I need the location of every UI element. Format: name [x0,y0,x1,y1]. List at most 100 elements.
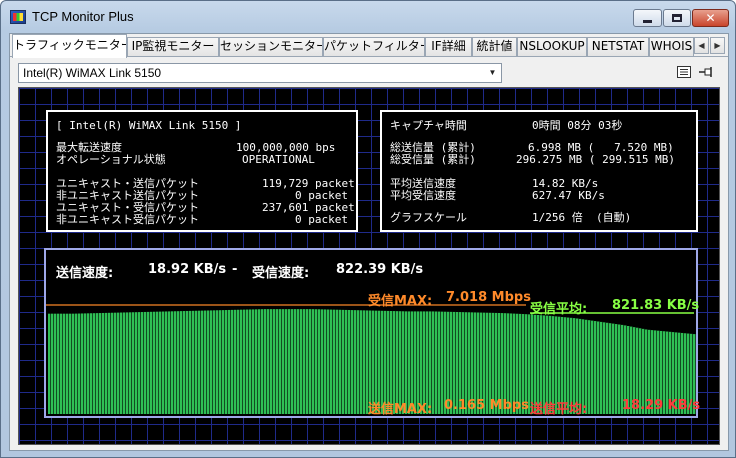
recv-bar [213,310,216,414]
recv-bar [435,311,438,414]
info-value: 0 packet [295,213,348,226]
info-label: 平均受信速度 [390,189,456,202]
recv-bar [93,313,96,414]
close-button[interactable]: ✕ [692,9,729,27]
recv-bar [66,313,69,414]
recv-bar [114,312,117,414]
recv-bar [48,313,51,414]
info-label: 非ユニキャスト受信パケット [56,213,199,226]
recv-bar [234,309,237,414]
recv-bar [54,313,57,414]
tab-traffic-monitor[interactable]: トラフィックモニター [12,34,127,58]
recv-bar [615,324,618,414]
info-value: 1/256 倍 (自動) [532,211,632,224]
recv-bar [279,309,282,414]
tab-scroll-right-button[interactable]: ▶ [710,37,725,54]
info-value: 627.47 KB/s [532,189,605,202]
recv-bar [132,312,135,414]
recv-bar [297,309,300,414]
recv-bar [345,309,348,414]
tab-session-monitor[interactable]: セッションモニター [219,37,323,56]
recv-bar [129,312,132,414]
close-icon: ✕ [705,11,716,25]
recv-bar [183,311,186,414]
tab-whois[interactable]: WHOIS [649,37,694,56]
adapter-select-value: Intel(R) WiMAX Link 5150 [23,66,162,80]
recv-bar [327,309,330,414]
tab-netstat[interactable]: NETSTAT [587,37,649,56]
recv-bar [105,312,108,414]
recv-bar [141,312,144,414]
recv-bar [168,311,171,414]
info-label: オペレーショナル状態 [56,153,166,166]
recv-bar [99,313,102,414]
recv-bar [51,313,54,414]
recv-bar [84,313,87,414]
recv-bar [117,312,120,414]
minimize-button[interactable] [633,9,662,27]
recv-bar [150,311,153,414]
tab-scroll-left-button[interactable]: ◀ [694,37,709,54]
recv-bar [261,309,264,414]
recv-bar [87,313,90,414]
recv-bar [177,311,180,414]
recv-bar [339,309,342,414]
recv-bar [285,309,288,414]
speed-separator: - [232,262,238,277]
recv-bar [294,309,297,414]
recv-bar [591,320,594,414]
recv-bar [252,309,255,414]
send-speed-label: 送信速度: [56,266,114,281]
recv-bar [315,309,318,414]
recv-bar [240,309,243,414]
recv-bar [336,309,339,414]
recv-max-label: 受信MAX: [368,294,433,309]
recv-bar [432,311,435,414]
recv-bar [192,310,195,414]
recv-bar [600,321,603,414]
recv-bar [306,309,309,414]
pin-icon[interactable] [698,63,716,81]
recv-bar [321,309,324,414]
recv-bar [78,313,81,414]
recv-bar [108,312,111,414]
recv-bar [204,310,207,414]
maximize-button[interactable] [663,9,691,27]
tab-if-detail[interactable]: IF詳細 [425,37,472,56]
send-speed-value: 18.92 KB/s [148,262,227,277]
recv-bar [96,313,99,414]
recv-max-value: 7.018 Mbps [446,290,531,305]
list-icon[interactable] [675,63,693,81]
recv-bar [249,309,252,414]
recv-bar [348,309,351,414]
adapter-select[interactable]: Intel(R) WiMAX Link 5150 ▼ [18,63,502,83]
recv-bar [60,313,63,414]
recv-bar [231,309,234,414]
recv-bar [291,309,294,414]
app-icon [10,10,26,24]
recv-bar [156,311,159,414]
recv-bar [90,313,93,414]
recv-bar [180,311,183,414]
recv-bar [258,309,261,414]
recv-bar [222,310,225,414]
recv-bar [189,310,192,414]
recv-bar [102,312,105,414]
recv-bar [69,313,72,414]
recv-bar [243,309,246,414]
recv-bar [360,310,363,414]
tab-statistics[interactable]: 統計値 [472,37,517,56]
recv-bar [198,310,201,414]
recv-bar [201,310,204,414]
recv-bar [162,311,165,414]
title-bar[interactable]: TCP Monitor Plus ✕ [1,1,735,31]
tab-packet-filter[interactable]: パケットフィルター [323,37,425,56]
recv-bar [153,311,156,414]
tab-nslookup[interactable]: NSLOOKUP [517,37,587,56]
chevron-down-icon[interactable]: ▼ [484,64,501,82]
recv-bar [219,310,222,414]
send-avg-label: 送信平均: [530,402,588,417]
adapter-info-box: [ Intel(R) WiMAX Link 5150 ] 最大転送速度 100,… [46,110,358,232]
recv-bar [123,312,126,414]
tab-ip-monitor[interactable]: IP監視モニター [127,37,219,56]
